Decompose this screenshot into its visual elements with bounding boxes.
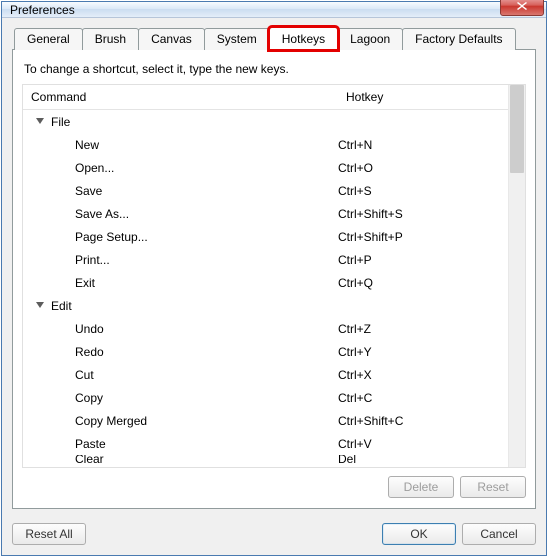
hotkey-label: Ctrl+C (338, 391, 508, 405)
scrollbar-thumb[interactable] (510, 85, 524, 173)
hotkey-list-inner: Command Hotkey File New Ctrl+N Open... Ctrl+… (23, 85, 508, 467)
command-label: Save (75, 184, 102, 198)
delete-button[interactable]: Delete (388, 476, 454, 498)
tab-brush[interactable]: Brush (82, 28, 139, 50)
column-header-hotkey[interactable]: Hotkey (338, 85, 508, 109)
ok-button[interactable]: OK (382, 523, 456, 545)
content-area: GeneralBrushCanvasSystemHotkeysLagoonFac… (2, 18, 546, 517)
hotkey-label: Ctrl+V (338, 437, 508, 451)
list-item[interactable]: Exit Ctrl+Q (23, 271, 508, 294)
window-title: Preferences (10, 3, 500, 17)
command-label: Open... (75, 161, 114, 175)
list-item[interactable]: Cut Ctrl+X (23, 363, 508, 386)
list-item[interactable]: Open... Ctrl+O (23, 156, 508, 179)
command-label: New (75, 138, 99, 152)
list-item[interactable]: Paste Ctrl+V (23, 432, 508, 455)
list-item[interactable]: Save As... Ctrl+Shift+S (23, 202, 508, 225)
hotkey-label: Ctrl+Q (338, 276, 508, 290)
command-label: Page Setup... (75, 230, 148, 244)
hotkey-label: Ctrl+P (338, 253, 508, 267)
hotkey-label: Ctrl+Shift+S (338, 207, 508, 221)
vertical-scrollbar[interactable] (508, 85, 525, 467)
column-header-command[interactable]: Command (23, 85, 338, 109)
command-label: File (51, 115, 70, 129)
instruction-text: To change a shortcut, select it, type th… (24, 62, 526, 76)
command-label: Paste (75, 437, 106, 451)
list-item[interactable]: Redo Ctrl+Y (23, 340, 508, 363)
expand-toggle-icon[interactable] (35, 117, 45, 127)
tab-general[interactable]: General (14, 28, 83, 50)
dialog-footer: Reset All OK Cancel (2, 517, 546, 555)
list-item[interactable]: Clear Del (23, 455, 508, 467)
hotkey-label: Ctrl+X (338, 368, 508, 382)
reset-button[interactable]: Reset (460, 476, 526, 498)
tab-panel-hotkeys: To change a shortcut, select it, type th… (12, 49, 536, 509)
list-item[interactable]: Page Setup... Ctrl+Shift+P (23, 225, 508, 248)
list-item[interactable]: Print... Ctrl+P (23, 248, 508, 271)
list-header: Command Hotkey (23, 85, 508, 110)
command-label: Redo (75, 345, 104, 359)
cancel-button[interactable]: Cancel (462, 523, 536, 545)
hotkey-label: Ctrl+S (338, 184, 508, 198)
close-icon (517, 0, 527, 13)
tab-factory-defaults[interactable]: Factory Defaults (402, 28, 515, 50)
command-label: Exit (75, 276, 95, 290)
list-actions: Delete Reset (22, 476, 526, 498)
titlebar: Preferences (2, 2, 546, 18)
tab-canvas[interactable]: Canvas (138, 28, 205, 50)
tab-bar: GeneralBrushCanvasSystemHotkeysLagoonFac… (14, 28, 536, 50)
hotkey-label: Ctrl+O (338, 161, 508, 175)
hotkey-list: Command Hotkey File New Ctrl+N Open... Ctrl+… (22, 84, 526, 468)
preferences-window: Preferences GeneralBrushCanvasSystemHotk… (1, 1, 547, 556)
command-label: Cut (75, 368, 94, 382)
tree-group[interactable]: File (23, 110, 508, 133)
list-item[interactable]: Save Ctrl+S (23, 179, 508, 202)
command-label: Copy (75, 391, 103, 405)
tab-hotkeys[interactable]: Hotkeys (269, 27, 338, 50)
command-label: Undo (75, 322, 104, 336)
reset-all-button[interactable]: Reset All (12, 523, 86, 545)
list-item[interactable]: New Ctrl+N (23, 133, 508, 156)
hotkey-label: Ctrl+Shift+C (338, 414, 508, 428)
tree-group[interactable]: Edit (23, 294, 508, 317)
command-label: Print... (75, 253, 110, 267)
close-button[interactable] (500, 0, 544, 16)
command-label: Copy Merged (75, 414, 147, 428)
command-label: Edit (51, 299, 72, 313)
tab-system[interactable]: System (204, 28, 270, 50)
hotkey-label: Del (338, 455, 508, 466)
command-label: Clear (75, 455, 104, 466)
list-item[interactable]: Copy Merged Ctrl+Shift+C (23, 409, 508, 432)
expand-toggle-icon[interactable] (35, 301, 45, 311)
hotkey-label: Ctrl+Z (338, 322, 508, 336)
list-body: FileNewCtrl+NOpen...Ctrl+OSaveCtrl+SSave… (23, 110, 508, 467)
list-item[interactable]: Copy Ctrl+C (23, 386, 508, 409)
hotkey-label: Ctrl+Y (338, 345, 508, 359)
list-item[interactable]: Undo Ctrl+Z (23, 317, 508, 340)
hotkey-label: Ctrl+Shift+P (338, 230, 508, 244)
hotkey-label: Ctrl+N (338, 138, 508, 152)
command-label: Save As... (75, 207, 129, 221)
tab-lagoon[interactable]: Lagoon (337, 28, 403, 50)
